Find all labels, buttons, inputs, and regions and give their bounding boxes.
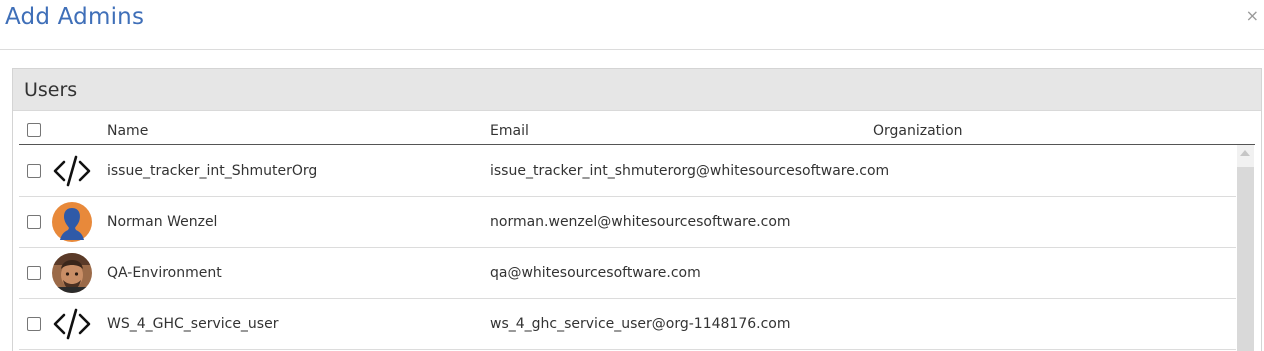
- dialog-title: Add Admins: [5, 4, 145, 30]
- user-email: norman.wenzel@whitesourcesoftware.com: [490, 214, 791, 230]
- column-header-name[interactable]: Name: [107, 123, 148, 139]
- users-panel: Users Name Email Organization issue_trac…: [12, 68, 1262, 351]
- row-checkbox[interactable]: [27, 317, 41, 331]
- select-all-checkbox[interactable]: [27, 123, 41, 137]
- row-checkbox[interactable]: [27, 164, 41, 178]
- table-row[interactable]: QA-Environment qa@whitesourcesoftware.co…: [19, 248, 1236, 299]
- vertical-scrollbar[interactable]: [1237, 145, 1254, 351]
- dialog-header: Add Admins ×: [0, 0, 1264, 50]
- table-header: Name Email Organization: [19, 111, 1255, 145]
- scrollbar-thumb[interactable]: [1237, 167, 1254, 351]
- user-list: issue_tracker_int_ShmuterOrg issue_track…: [19, 146, 1236, 351]
- user-email: ws_4_ghc_service_user@org-1148176.com: [490, 316, 791, 332]
- row-checkbox[interactable]: [27, 266, 41, 280]
- table-row[interactable]: Norman Wenzel norman.wenzel@whitesources…: [19, 197, 1236, 248]
- user-name: issue_tracker_int_ShmuterOrg: [107, 163, 318, 179]
- row-checkbox[interactable]: [27, 215, 41, 229]
- panel-title: Users: [24, 79, 78, 101]
- user-name: WS_4_GHC_service_user: [107, 316, 279, 332]
- user-name: Norman Wenzel: [107, 214, 218, 230]
- user-email: issue_tracker_int_shmuterorg@whitesource…: [490, 163, 890, 179]
- user-name: QA-Environment: [107, 265, 222, 281]
- column-header-email[interactable]: Email: [490, 123, 529, 139]
- table-row[interactable]: WS_4_GHC_service_user ws_4_ghc_service_u…: [19, 299, 1236, 350]
- person-silhouette-avatar: [52, 202, 92, 242]
- code-icon: [53, 155, 91, 187]
- user-photo-avatar: [52, 253, 92, 293]
- close-button[interactable]: ×: [1246, 6, 1259, 25]
- panel-heading: Users: [13, 69, 1261, 111]
- scroll-up-arrow-icon[interactable]: [1240, 150, 1250, 156]
- column-header-organization[interactable]: Organization: [873, 123, 963, 139]
- user-email: qa@whitesourcesoftware.com: [490, 265, 701, 281]
- code-icon: [53, 308, 91, 340]
- table-row[interactable]: issue_tracker_int_ShmuterOrg issue_track…: [19, 146, 1236, 197]
